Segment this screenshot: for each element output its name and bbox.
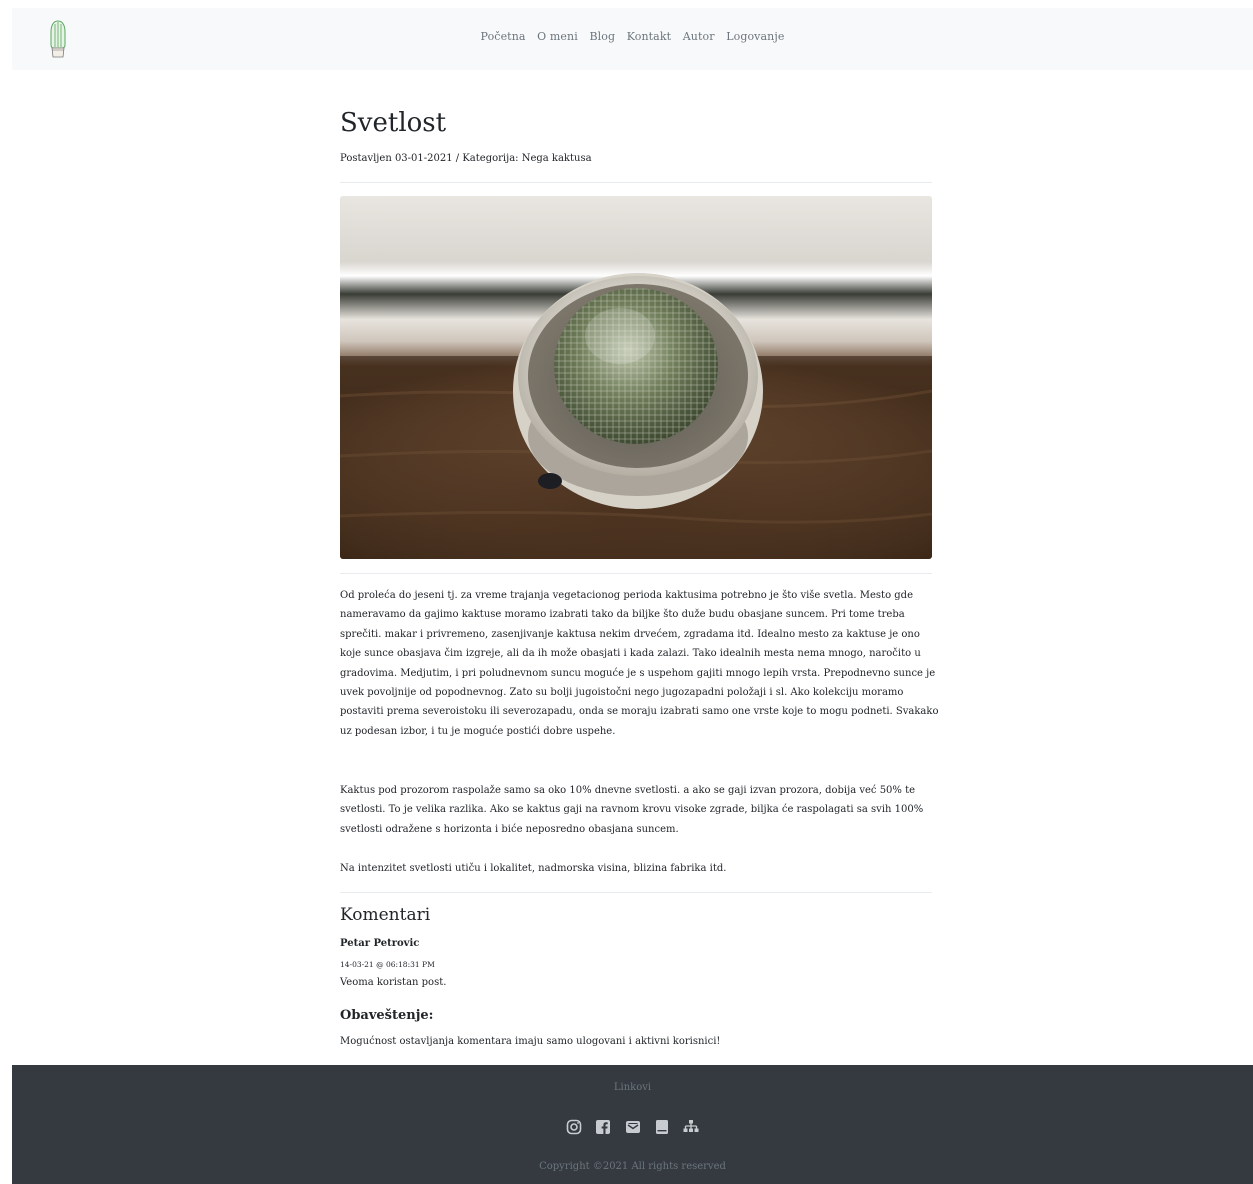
nav-link-pocetna[interactable]: Početna <box>481 30 526 43</box>
navbar: Početna O meni Blog Kontakt Autor Logova… <box>12 8 1253 70</box>
nav-link-autor[interactable]: Autor <box>683 30 715 43</box>
nav-link-kontakt[interactable]: Kontakt <box>627 30 671 43</box>
divider <box>340 892 932 893</box>
instagram-icon[interactable] <box>566 1119 582 1135</box>
post-paragraph: Od proleća do jeseni tj. za vreme trajan… <box>340 590 939 737</box>
nav-link-blog[interactable]: Blog <box>589 30 615 43</box>
envelope-icon[interactable] <box>625 1119 641 1135</box>
comment-date: 14-03-21 @ 06:18:31 PM <box>340 960 435 969</box>
main-nav: Početna O meni Blog Kontakt Autor Logova… <box>12 30 1253 43</box>
post-paragraph: Na intenzitet svetlosti utiču i lokalite… <box>340 863 727 874</box>
cactus-in-pot-photo <box>340 196 932 559</box>
nav-link-o-meni[interactable]: O meni <box>537 30 578 43</box>
post-title: Svetlost <box>340 108 447 138</box>
comment-author: Petar Petrovic <box>340 938 420 949</box>
footer-social-links <box>12 1116 1253 1136</box>
copyright-text: Copyright ©2021 All rights reserved <box>539 1161 726 1172</box>
notice-text: Mogućnost ostavljanja komentara imaju sa… <box>340 1036 721 1047</box>
notice-heading: Obaveštenje: <box>340 1008 434 1023</box>
divider <box>340 182 932 183</box>
sitemap-icon[interactable] <box>683 1119 699 1135</box>
post-meta: Postavljen 03-01-2021 / Kategorija: Nega… <box>340 153 592 164</box>
post-paragraph: Kaktus pod prozorom raspolaže samo sa ok… <box>340 785 924 835</box>
book-icon[interactable] <box>654 1119 670 1135</box>
comment-text: Veoma koristan post. <box>340 977 447 988</box>
footer-links-heading: Linkovi <box>613 1082 652 1093</box>
comments-heading: Komentari <box>340 905 431 925</box>
footer: Linkovi Copyright ©2021 All rights reser… <box>12 1065 1253 1184</box>
facebook-icon[interactable] <box>595 1119 611 1135</box>
nav-link-logovanje[interactable]: Logovanje <box>726 30 784 43</box>
divider <box>340 573 932 574</box>
